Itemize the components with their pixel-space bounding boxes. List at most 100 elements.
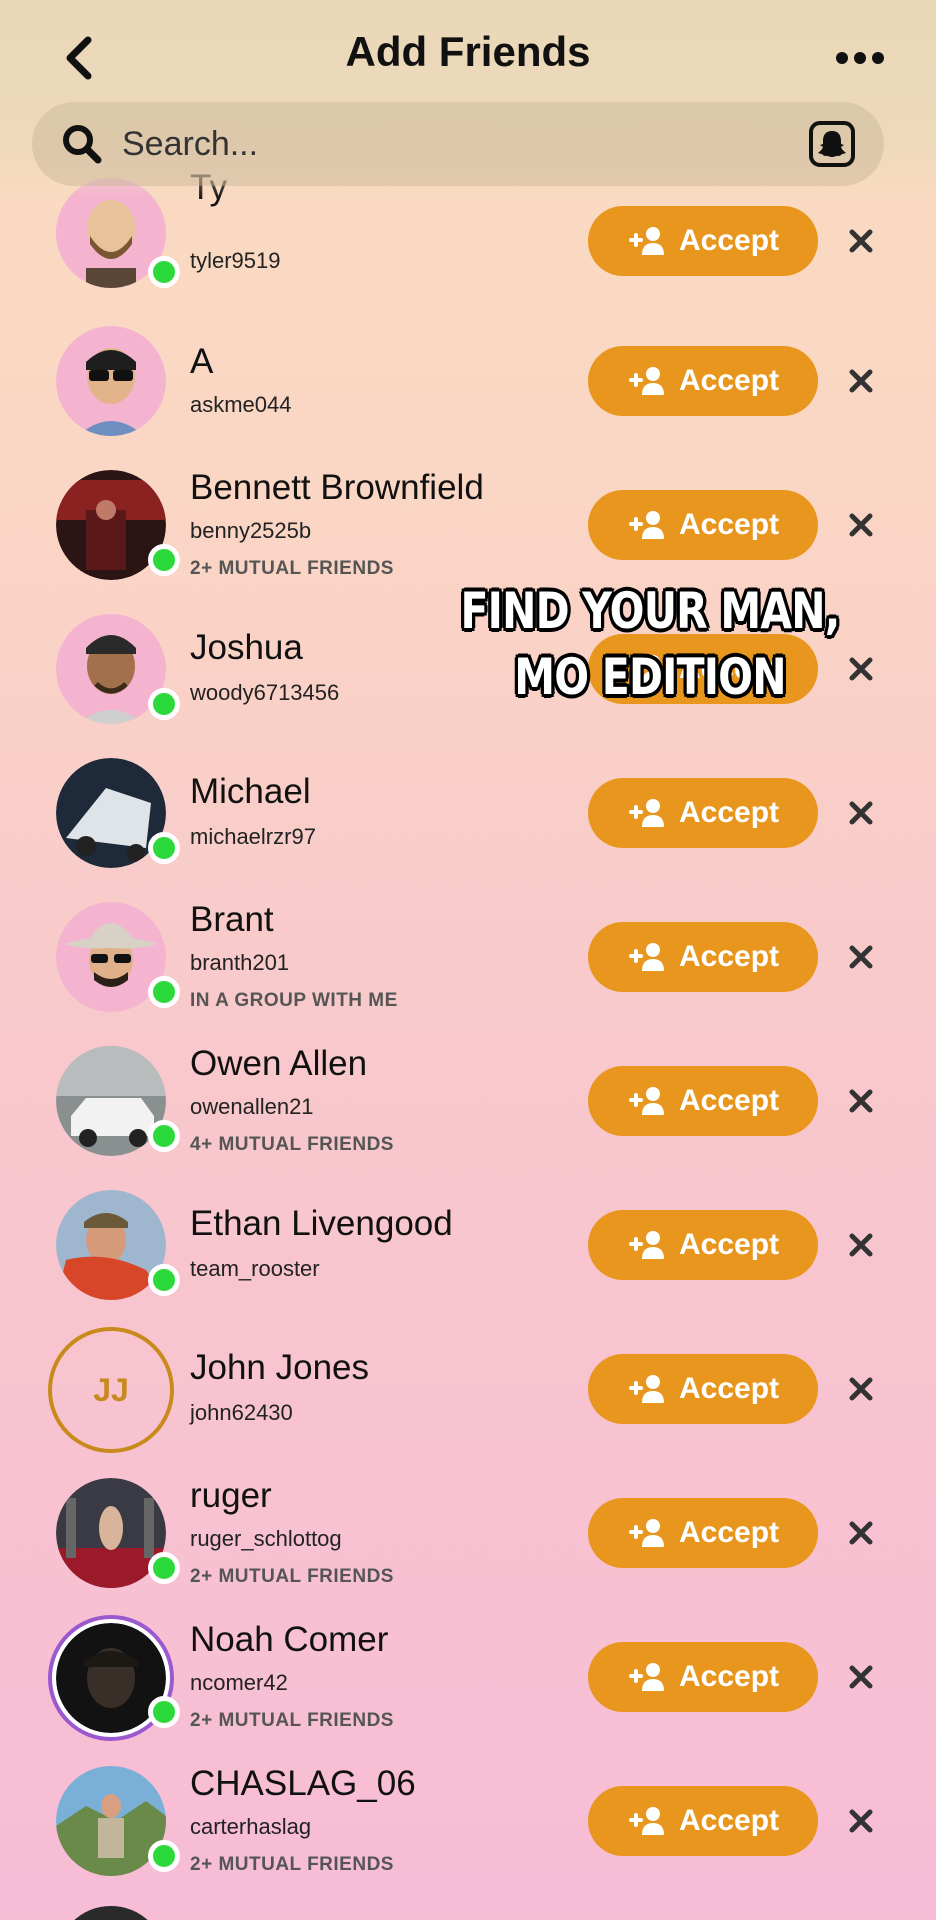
close-icon[interactable] — [842, 1082, 880, 1120]
close-icon[interactable] — [842, 1226, 880, 1264]
friend-request-row: Noah Comer ncomer42 2+ MUTUAL FRIENDS Ac… — [0, 1606, 936, 1750]
friend-name: Michael — [190, 772, 311, 811]
friend-request-row: Ethan Livengood team_rooster Accept — [0, 1174, 936, 1318]
online-status-dot — [148, 256, 180, 288]
add-friend-icon — [628, 1519, 664, 1547]
caption-line-2: MO EDITION — [514, 648, 786, 706]
friend-request-row: Michael michaelrzr97 Accept — [0, 742, 936, 886]
accept-button[interactable]: Accept — [588, 490, 818, 560]
close-icon[interactable] — [842, 1514, 880, 1552]
friend-request-row: ruger ruger_schlottog 2+ MUTUAL FRIENDS … — [0, 1462, 936, 1606]
group-label: IN A GROUP WITH ME — [190, 990, 398, 1011]
accept-button[interactable]: Accept — [588, 1642, 818, 1712]
add-friend-icon — [628, 1231, 664, 1259]
header-bar: Add Friends — [0, 0, 936, 200]
accept-label: Accept — [678, 1372, 780, 1405]
mutual-friends-label: 2+ MUTUAL FRIENDS — [190, 1854, 394, 1875]
friend-username: ruger_schlottog — [190, 1526, 342, 1551]
mutual-friends-label: 2+ MUTUAL FRIENDS — [190, 558, 394, 579]
page-title: Add Friends — [345, 28, 591, 75]
accept-button[interactable]: Accept — [588, 1498, 818, 1568]
close-icon[interactable] — [842, 362, 880, 400]
friend-request-row: Bennett Brownfield benny2525b 2+ MUTUAL … — [0, 454, 936, 598]
close-icon[interactable] — [842, 1802, 880, 1840]
add-friend-icon — [628, 1663, 664, 1691]
ghost-icon — [809, 121, 855, 167]
friend-request-row: A askme044 Accept — [0, 310, 936, 454]
online-status-dot — [148, 1840, 180, 1872]
accept-button[interactable]: Accept — [588, 1066, 818, 1136]
search-input[interactable] — [122, 102, 722, 186]
avatar[interactable] — [56, 326, 166, 436]
online-status-dot — [148, 1696, 180, 1728]
search-icon — [63, 125, 102, 164]
mutual-friends-label: 4+ MUTUAL FRIENDS — [190, 1134, 394, 1155]
add-friend-icon — [628, 943, 664, 971]
friend-name: ruger — [190, 1476, 272, 1515]
snapcode-button[interactable] — [808, 120, 856, 168]
accept-label: Accept — [678, 1516, 780, 1549]
online-status-dot — [148, 544, 180, 576]
accept-label: Accept — [678, 1084, 780, 1117]
online-status-dot — [148, 976, 180, 1008]
online-status-dot — [148, 832, 180, 864]
accept-button[interactable]: Accept — [588, 1354, 818, 1424]
friend-username: benny2525b — [190, 518, 312, 543]
friend-username: michaelrzr97 — [190, 824, 316, 849]
friend-request-row: CHASLAG_06 carterhaslag 2+ MUTUAL FRIEND… — [0, 1750, 936, 1894]
add-friend-icon — [628, 799, 664, 827]
accept-button[interactable]: Accept — [588, 778, 818, 848]
friend-name: A — [190, 342, 214, 381]
accept-label: Accept — [678, 1804, 780, 1837]
friend-request-list: Ty tyler9519 Accept A askme044 Accept Be… — [0, 0, 936, 1920]
accept-label: Accept — [678, 1228, 780, 1261]
add-friend-icon — [628, 1807, 664, 1835]
close-icon[interactable] — [842, 506, 880, 544]
add-friend-icon — [628, 1087, 664, 1115]
friend-username: owenallen21 — [190, 1094, 314, 1119]
mutual-friends-label: 2+ MUTUAL FRIENDS — [190, 1710, 394, 1731]
close-icon[interactable] — [842, 794, 880, 832]
friend-username: branth201 — [190, 950, 290, 975]
accept-label: Accept — [678, 796, 780, 829]
close-icon[interactable] — [842, 938, 880, 976]
add-friend-icon — [628, 1375, 664, 1403]
more-options-button[interactable] — [830, 38, 890, 78]
online-status-dot — [148, 1552, 180, 1584]
online-status-dot — [148, 1264, 180, 1296]
close-icon[interactable] — [842, 222, 880, 260]
friend-name: Joshua — [190, 628, 303, 667]
accept-label: Accept — [678, 224, 780, 257]
accept-label: Accept — [678, 508, 780, 541]
mutual-friends-label: 2+ MUTUAL FRIENDS — [190, 1566, 394, 1587]
caption-line-1: FIND YOUR MAN, — [460, 582, 840, 640]
friend-username: woody6713456 — [190, 680, 340, 705]
accept-button[interactable]: Accept — [588, 1210, 818, 1280]
online-status-dot — [148, 1120, 180, 1152]
add-friend-icon — [628, 367, 664, 395]
friend-name: Owen Allen — [190, 1044, 368, 1083]
initials-avatar[interactable]: JJ — [48, 1327, 174, 1453]
avatar-initials: JJ — [93, 1371, 129, 1408]
accept-button[interactable]: Accept — [588, 1786, 818, 1856]
friend-username: team_rooster — [190, 1256, 320, 1281]
friend-request-row: Brant branth201 IN A GROUP WITH ME Accep… — [0, 886, 936, 1030]
accept-label: Accept — [678, 940, 780, 973]
add-friend-icon — [628, 511, 664, 539]
video-caption-overlay: FIND YOUR MAN, MO EDITION — [429, 578, 872, 710]
avatar[interactable] — [56, 1906, 166, 1920]
accept-button[interactable]: Accept — [588, 206, 818, 276]
add-friend-icon — [628, 227, 664, 255]
friend-username: carterhaslag — [190, 1814, 312, 1839]
accept-label: Accept — [678, 1660, 780, 1693]
friend-username: john62430 — [190, 1400, 293, 1425]
close-icon[interactable] — [842, 1370, 880, 1408]
search-bar[interactable] — [32, 102, 884, 186]
friend-name: Ethan Livengood — [190, 1204, 453, 1243]
accept-button[interactable]: Accept — [588, 922, 818, 992]
friend-username: ncomer42 — [190, 1670, 288, 1695]
close-icon[interactable] — [842, 1658, 880, 1696]
accept-button[interactable]: Accept — [588, 346, 818, 416]
friend-name: CHASLAG_06 — [190, 1764, 416, 1803]
online-status-dot — [148, 688, 180, 720]
